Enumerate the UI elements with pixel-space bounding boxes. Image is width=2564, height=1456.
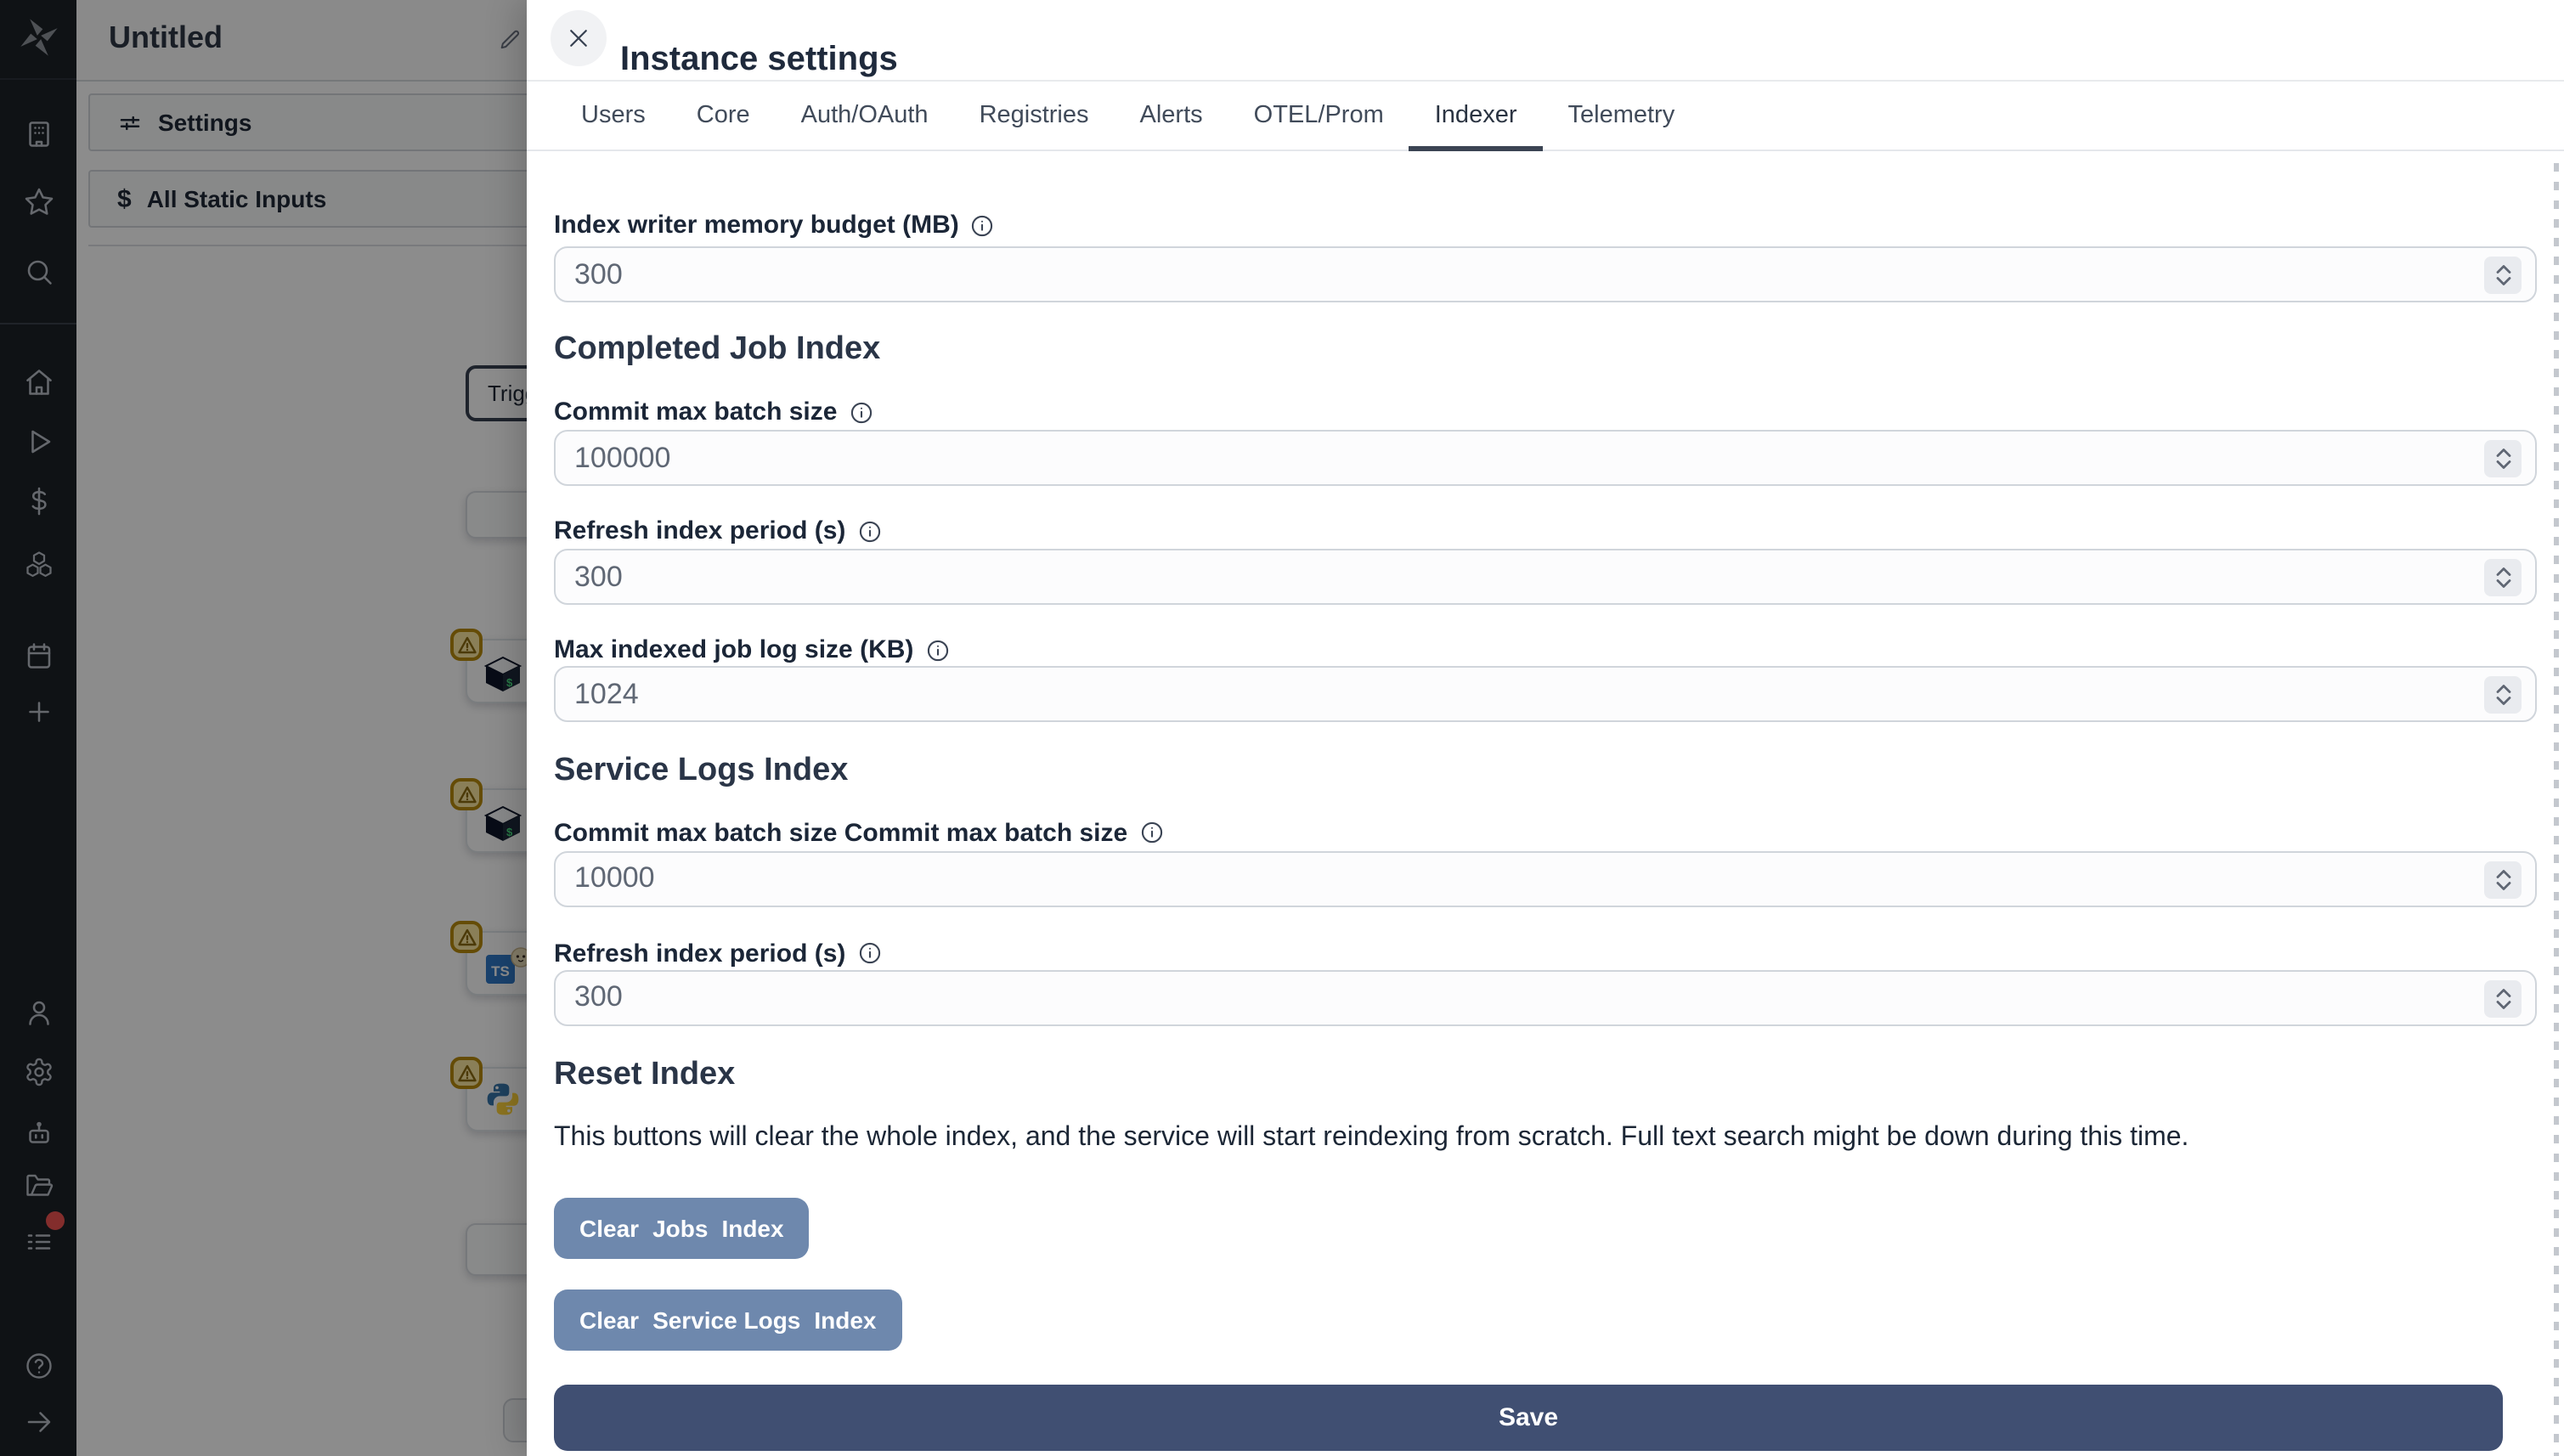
- service-logs-refresh-index-period-input[interactable]: 300: [554, 969, 2537, 1026]
- index-word: Index: [721, 1214, 784, 1242]
- info-icon[interactable]: [849, 400, 873, 424]
- field-label: Index writer memory budget (MB): [554, 209, 2537, 241]
- number-stepper[interactable]: [2484, 559, 2522, 596]
- refresh-index-period-label: Refresh index period (s): [554, 516, 846, 545]
- clear-jobs-index-button[interactable]: Clear Jobs Index: [554, 1197, 810, 1259]
- instance-settings-modal: Instance settings Users Core Auth/OAuth …: [527, 0, 2564, 1456]
- tab-alerts[interactable]: Alerts: [1115, 82, 1228, 150]
- number-stepper[interactable]: [2484, 440, 2522, 477]
- service-logs-refresh-index-period-label: Refresh index period (s): [554, 939, 846, 968]
- field-label: Refresh index period (s): [554, 938, 2537, 970]
- tab-indexer[interactable]: Indexer: [1409, 82, 1544, 151]
- refresh-index-period-input[interactable]: 300: [554, 549, 2537, 605]
- modal-scrollbar[interactable]: [2554, 163, 2559, 1456]
- max-indexed-job-log-size-label: Max indexed job log size (KB): [554, 635, 914, 664]
- input-value: 300: [574, 560, 623, 592]
- tab-users[interactable]: Users: [556, 82, 671, 150]
- number-stepper[interactable]: [2484, 861, 2522, 899]
- index-word: Index: [814, 1306, 877, 1334]
- field-label: Commit max batch size: [554, 396, 2537, 428]
- jobs-word: Jobs: [652, 1214, 709, 1242]
- input-value: 1024: [574, 677, 639, 709]
- close-icon: [566, 25, 591, 51]
- tab-telemetry[interactable]: Telemetry: [1543, 82, 1701, 150]
- app-window: Untitled Settings $ All Static Inputs Tr…: [0, 0, 2564, 1456]
- clear-word: Clear: [579, 1214, 640, 1242]
- info-icon[interactable]: [857, 519, 881, 543]
- service-logs-commit-max-batch-size-label: Commit max batch size Commit max batch s…: [554, 818, 1128, 848]
- field-label: Commit max batch size Commit max batch s…: [554, 817, 2537, 849]
- tab-otel-prom[interactable]: OTEL/Prom: [1228, 82, 1409, 150]
- save-button[interactable]: Save: [554, 1384, 2503, 1451]
- field-label: Max indexed job log size (KB): [554, 634, 2537, 666]
- field-label: Refresh index period (s): [554, 515, 2537, 547]
- info-icon[interactable]: [925, 638, 949, 662]
- number-stepper[interactable]: [2484, 676, 2522, 714]
- info-icon[interactable]: [971, 213, 995, 237]
- service-logs-commit-max-batch-size-input[interactable]: 10000: [554, 850, 2537, 907]
- modal-header: Instance settings: [527, 0, 2564, 82]
- commit-max-batch-size-label: Commit max batch size: [554, 398, 838, 426]
- tab-core[interactable]: Core: [671, 82, 776, 150]
- number-stepper[interactable]: [2484, 979, 2522, 1018]
- clear-word: Clear: [579, 1306, 640, 1334]
- max-indexed-job-log-size-input[interactable]: 1024: [554, 666, 2537, 722]
- input-value: 10000: [574, 861, 655, 894]
- clear-service-logs-index-button[interactable]: Clear Service Logs Index: [554, 1289, 902, 1351]
- info-icon[interactable]: [1139, 821, 1163, 845]
- index-writer-memory-label: Index writer memory budget (MB): [554, 211, 959, 240]
- service-logs-word: Service Logs: [652, 1306, 801, 1334]
- info-icon[interactable]: [857, 942, 881, 966]
- close-button[interactable]: [551, 10, 607, 66]
- commit-max-batch-size-input[interactable]: 100000: [554, 430, 2537, 486]
- settings-tabs: Users Core Auth/OAuth Registries Alerts …: [527, 82, 2564, 151]
- clear-service-logs-row: Clear Service Logs Index: [554, 1289, 2537, 1351]
- completed-job-index-heading: Completed Job Index: [554, 331, 881, 367]
- index-writer-memory-input[interactable]: 300: [554, 246, 2537, 302]
- modal-title: Instance settings: [620, 41, 898, 79]
- service-logs-index-heading: Service Logs Index: [554, 753, 849, 788]
- clear-jobs-row: Clear Jobs Index: [554, 1197, 2537, 1259]
- number-stepper[interactable]: [2484, 257, 2522, 294]
- tab-registries[interactable]: Registries: [954, 82, 1115, 150]
- input-value: 300: [574, 257, 623, 290]
- indexer-settings-body: Index writer memory budget (MB) 300 Comp…: [527, 209, 2564, 1451]
- reset-index-heading: Reset Index: [554, 1056, 736, 1092]
- reset-index-description: This buttons will clear the whole index,…: [554, 1122, 2189, 1152]
- input-value: 100000: [574, 441, 671, 473]
- tab-auth-oauth[interactable]: Auth/OAuth: [776, 82, 954, 150]
- input-value: 300: [574, 980, 623, 1013]
